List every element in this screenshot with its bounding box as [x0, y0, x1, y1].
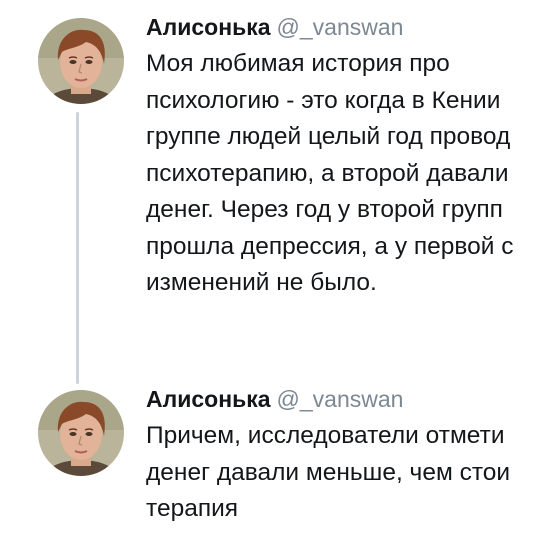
tweet-content: Алисонька @_vanswan Моя любимая история п… [146, 10, 560, 302]
tweet-content: Алисонька @_vanswan Причем, исследователи… [146, 382, 560, 528]
tweet-text-line: группе людей целый год провод [146, 123, 511, 150]
tweet-text-line: терапия [146, 495, 239, 522]
avatar[interactable] [38, 18, 124, 104]
tweet-header: Алисонька @_vanswan [146, 10, 560, 44]
user-avatar-photo-icon [38, 390, 124, 476]
author-display-name[interactable]: Алисонька [146, 14, 271, 40]
tweet-text-line: психологию - это когда в Кении [146, 86, 501, 114]
tweet-header: Алисонька @_vanswan [146, 382, 560, 416]
tweet-text-line: Причем, исследователи отмети [146, 422, 505, 449]
author-handle[interactable]: @_vanswan [277, 386, 404, 412]
tweet[interactable]: Алисонька @_vanswan Моя любимая история п… [0, 0, 560, 340]
tweet[interactable]: Алисонька @_vanswan Причем, исследователи… [0, 372, 560, 560]
author-handle[interactable]: @_vanswan [277, 14, 404, 40]
tweet-text-line: денег. Через год у второй групп [146, 196, 503, 223]
tweet-text: Моя любимая история про психологию - это… [146, 46, 560, 302]
tweet-text-line: изменений не было. [146, 269, 377, 296]
tweet-text: Причем, исследователи отмети денег давал… [146, 418, 560, 528]
user-avatar-photo-icon [38, 18, 124, 104]
tweet-text-line: психотерапию, а второй давали [146, 159, 509, 187]
tweet-thread: Алисонька @_vanswan Моя любимая история п… [0, 0, 560, 560]
author-display-name[interactable]: Алисонька [146, 386, 271, 412]
tweet-text-line: прошла депрессия, а у первой с [146, 232, 514, 260]
tweet-text-line: Моя любимая история про [146, 50, 450, 77]
avatar[interactable] [38, 390, 124, 476]
tweet-text-line: денег давали меньше, чем стои [146, 458, 511, 486]
